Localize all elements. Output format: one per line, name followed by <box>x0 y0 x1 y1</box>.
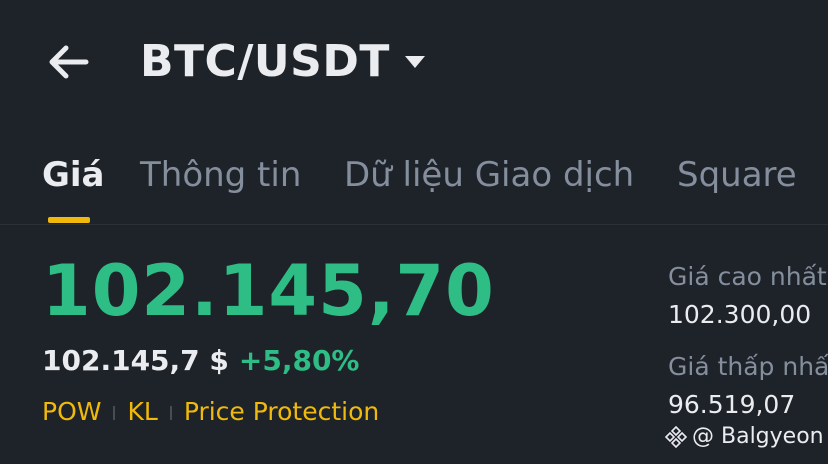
active-tab-indicator <box>48 217 90 223</box>
watermark: @ Balgyeon <box>664 424 824 449</box>
high-price-value: 102.300,00 <box>668 300 812 329</box>
tag-divider <box>169 406 172 420</box>
top-bar: BTC/USDT <box>0 0 828 128</box>
last-price: 102.145,70 <box>42 250 495 332</box>
high-price-label: Giá cao nhất <box>668 262 827 291</box>
tab-trading-data[interactable]: Dữ liệu Giao dịch <box>344 155 634 195</box>
low-price-label: Giá thấp nhất <box>668 352 828 381</box>
usd-price: 102.145,7 $ <box>42 344 229 377</box>
tag-divider <box>113 406 116 420</box>
tab-price[interactable]: Giá <box>42 155 105 195</box>
binance-logo-icon <box>664 425 688 449</box>
price-change: +5,80% <box>238 344 360 377</box>
back-button[interactable] <box>44 42 92 82</box>
tag-list: POW KL Price Protection <box>42 397 379 426</box>
tag-price-protection[interactable]: Price Protection <box>184 397 379 426</box>
tag-kl[interactable]: KL <box>127 397 157 426</box>
low-price-value: 96.519,07 <box>668 390 796 419</box>
watermark-text: @ Balgyeon <box>692 424 824 449</box>
tab-square[interactable]: Square <box>677 155 797 195</box>
tab-info[interactable]: Thông tin <box>140 155 301 195</box>
arrow-left-icon <box>49 45 89 79</box>
price-subline: 102.145,7 $ +5,80% <box>42 344 360 377</box>
pair-dropdown-button[interactable] <box>404 54 426 70</box>
caret-down-icon <box>405 56 425 68</box>
tab-bar: Giá Thông tin Dữ liệu Giao dịch Square <box>0 150 828 225</box>
trading-pair-title[interactable]: BTC/USDT <box>140 36 390 87</box>
tag-pow[interactable]: POW <box>42 397 101 426</box>
